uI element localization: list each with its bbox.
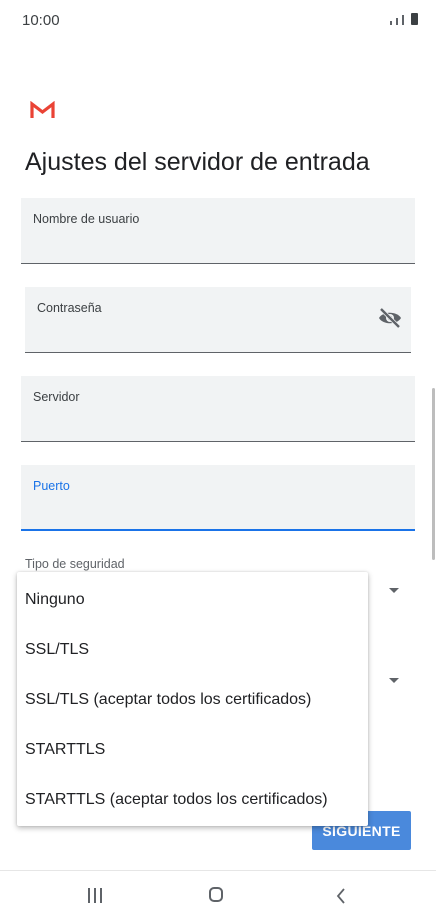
port-label: Puerto xyxy=(33,479,70,493)
dropdown-arrow-icon[interactable] xyxy=(389,588,399,593)
back-icon[interactable] xyxy=(336,888,346,909)
username-field[interactable]: Nombre de usuario xyxy=(21,198,415,264)
port-field[interactable]: Puerto xyxy=(21,465,415,531)
server-label: Servidor xyxy=(33,390,80,404)
username-label: Nombre de usuario xyxy=(33,212,140,226)
server-field[interactable]: Servidor xyxy=(21,376,415,442)
menu-option-starttls-accept-all[interactable]: STARTTLS (aceptar todos los certificados… xyxy=(25,791,328,809)
recents-icon[interactable] xyxy=(88,888,102,903)
battery-icon xyxy=(411,13,418,25)
security-type-label: Tipo de seguridad xyxy=(25,557,125,571)
navigation-bar xyxy=(0,870,436,921)
scroll-indicator xyxy=(432,388,435,560)
gmail-logo xyxy=(30,100,55,124)
status-icons xyxy=(390,13,418,25)
eye-off-icon[interactable] xyxy=(377,307,403,334)
signal-icon xyxy=(390,21,392,25)
menu-option-ssl-tls-accept-all[interactable]: SSL/TLS (aceptar todos los certificados) xyxy=(25,691,311,709)
menu-option-ssl-tls[interactable]: SSL/TLS xyxy=(25,641,89,659)
security-type-menu: Ninguno SSL/TLS SSL/TLS (aceptar todos l… xyxy=(17,572,368,826)
status-time: 10:00 xyxy=(22,12,60,29)
dropdown-arrow-icon[interactable] xyxy=(389,678,399,683)
menu-option-none[interactable]: Ninguno xyxy=(25,591,85,609)
password-label: Contraseña xyxy=(37,301,102,315)
page-title: Ajustes del servidor de entrada xyxy=(25,148,370,176)
home-icon[interactable] xyxy=(209,887,223,902)
password-field[interactable]: Contraseña xyxy=(25,287,411,353)
menu-option-starttls[interactable]: STARTTLS xyxy=(25,741,105,759)
